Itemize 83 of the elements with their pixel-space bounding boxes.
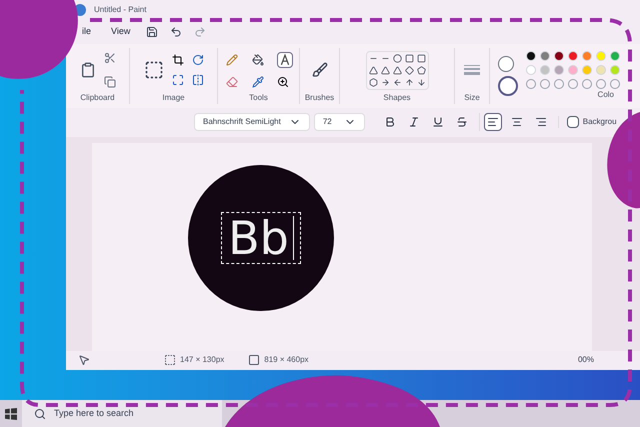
underline-icon bbox=[432, 116, 444, 128]
color-swatch[interactable] bbox=[582, 65, 592, 76]
group-label: Shapes bbox=[383, 92, 411, 104]
strike-icon bbox=[456, 116, 468, 128]
color-swatch[interactable] bbox=[596, 65, 606, 76]
pencil-icon[interactable] bbox=[226, 54, 238, 66]
italic-icon bbox=[408, 116, 420, 128]
cut-icon[interactable] bbox=[104, 52, 116, 64]
background-checkbox[interactable] bbox=[566, 116, 579, 128]
color-2-swatch[interactable] bbox=[498, 76, 518, 96]
empty-swatch[interactable] bbox=[568, 79, 578, 90]
group-label: Image bbox=[162, 92, 185, 104]
empty-swatch[interactable] bbox=[554, 79, 564, 90]
color-swatch[interactable] bbox=[540, 65, 550, 76]
color-swatch[interactable] bbox=[554, 51, 564, 62]
selection-icon bbox=[164, 354, 176, 366]
size-dropdown[interactable]: 72 bbox=[314, 113, 365, 132]
group-label: Size bbox=[464, 92, 480, 104]
align-center-icon bbox=[510, 116, 523, 128]
group-label: Brushes bbox=[304, 92, 334, 104]
group-label: Tools bbox=[249, 92, 268, 104]
crop-icon[interactable] bbox=[172, 54, 184, 66]
canvas-size: 819 × 460px bbox=[264, 354, 309, 366]
selection-size: 147 × 130px bbox=[180, 354, 224, 366]
shape-icon[interactable] bbox=[416, 78, 426, 87]
menu-item[interactable]: View bbox=[107, 24, 134, 38]
color-swatch[interactable] bbox=[554, 65, 564, 76]
brush-icon[interactable] bbox=[312, 62, 328, 78]
color-swatch[interactable] bbox=[610, 51, 620, 62]
undo-icon[interactable] bbox=[170, 26, 182, 38]
search-icon bbox=[34, 408, 46, 420]
resize-icon[interactable] bbox=[172, 74, 184, 86]
color-swatch[interactable] bbox=[610, 65, 620, 76]
checkbox-label: Backgrou bbox=[582, 116, 617, 128]
paste-icon[interactable] bbox=[80, 62, 96, 78]
group-label: Clipboard bbox=[80, 92, 115, 104]
align-left-button[interactable] bbox=[484, 113, 502, 132]
color-swatch[interactable] bbox=[596, 51, 606, 62]
windows-icon[interactable] bbox=[5, 408, 17, 420]
select-icon[interactable] bbox=[144, 60, 164, 80]
zoom-level: 00% bbox=[578, 354, 594, 366]
shapes-gallery[interactable] bbox=[366, 50, 428, 90]
group-label: Colo bbox=[598, 89, 614, 102]
shape-icon[interactable] bbox=[368, 78, 378, 87]
text-cursor bbox=[292, 216, 294, 260]
font-dropdown[interactable]: Bahnschrift SemiLight bbox=[194, 113, 310, 132]
empty-swatch[interactable] bbox=[610, 79, 620, 90]
empty-swatch[interactable] bbox=[540, 79, 550, 90]
rotate-icon[interactable] bbox=[192, 54, 204, 66]
menu-item[interactable]: ile bbox=[78, 24, 96, 38]
color-swatch[interactable] bbox=[568, 51, 578, 62]
color-swatch[interactable] bbox=[526, 51, 536, 62]
align-right-icon bbox=[534, 116, 547, 128]
canvas-size-icon bbox=[248, 354, 260, 366]
shape-icon[interactable] bbox=[392, 78, 402, 87]
color-picker-icon[interactable] bbox=[252, 76, 264, 88]
save-icon[interactable] bbox=[146, 26, 158, 38]
text-tool-button[interactable] bbox=[277, 52, 294, 68]
empty-swatch[interactable] bbox=[526, 79, 536, 90]
color-swatch[interactable] bbox=[582, 51, 592, 62]
color-swatch[interactable] bbox=[568, 65, 578, 76]
align-left-icon bbox=[486, 116, 499, 128]
empty-swatch[interactable] bbox=[582, 79, 592, 90]
window-title: Untitled - Paint bbox=[94, 4, 146, 16]
canvas-text: Bb bbox=[228, 214, 289, 261]
empty-swatch[interactable] bbox=[596, 79, 606, 90]
magnifier-icon[interactable] bbox=[277, 76, 290, 88]
fill-icon[interactable] bbox=[252, 54, 264, 66]
taskbar-search-field[interactable]: Type here to search bbox=[22, 400, 222, 427]
shape-icon[interactable] bbox=[404, 78, 414, 87]
shape-icon[interactable] bbox=[416, 66, 426, 75]
text-box[interactable]: Bb bbox=[221, 212, 301, 264]
letter-a-icon bbox=[279, 54, 292, 66]
flip-icon[interactable] bbox=[192, 74, 204, 86]
color-swatch[interactable] bbox=[540, 51, 550, 62]
bold-icon bbox=[384, 116, 396, 128]
color-1-swatch[interactable] bbox=[498, 56, 514, 72]
copy-icon[interactable] bbox=[104, 76, 116, 88]
search-input[interactable]: Type here to search bbox=[54, 406, 204, 420]
shape-icon[interactable] bbox=[380, 78, 390, 87]
eraser-icon[interactable] bbox=[226, 76, 238, 88]
pointer-icon bbox=[78, 354, 90, 366]
color-swatch[interactable] bbox=[526, 65, 536, 76]
